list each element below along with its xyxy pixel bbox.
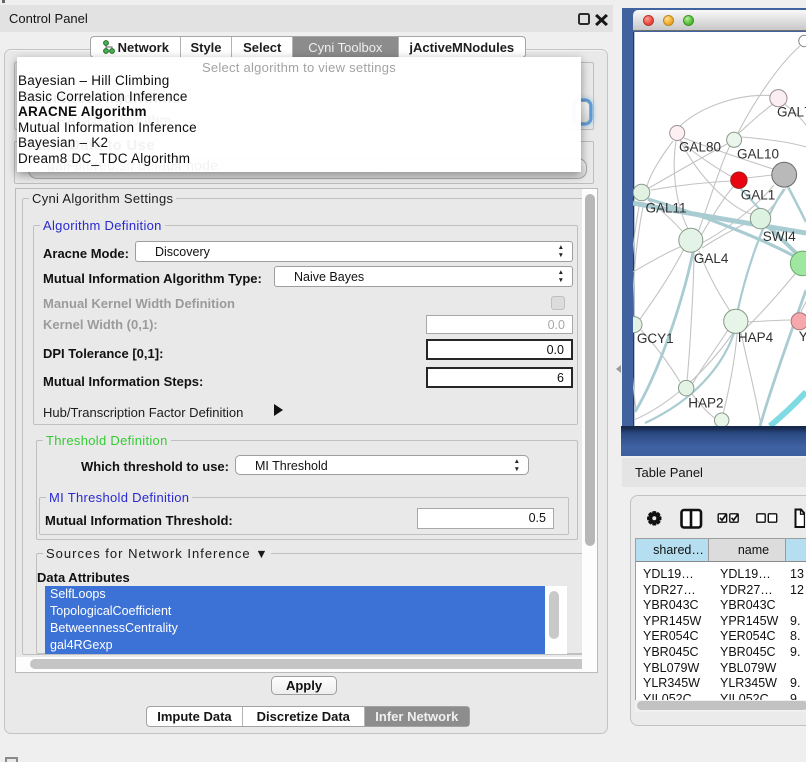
svg-text:Y: Y	[799, 329, 806, 344]
svg-text:GAL7: GAL7	[777, 104, 806, 119]
svg-text:GAL80: GAL80	[679, 140, 721, 155]
svg-text:GAL1: GAL1	[741, 188, 776, 203]
svg-text:GAL11: GAL11	[646, 201, 687, 216]
svg-text:GAL4: GAL4	[694, 251, 729, 266]
svg-text:GCY1: GCY1	[637, 331, 674, 346]
svg-text:HAP2: HAP2	[688, 395, 723, 410]
svg-text:SWI4: SWI4	[763, 229, 796, 244]
svg-text:HAP4: HAP4	[738, 330, 774, 345]
svg-text:GAL10: GAL10	[737, 147, 779, 162]
